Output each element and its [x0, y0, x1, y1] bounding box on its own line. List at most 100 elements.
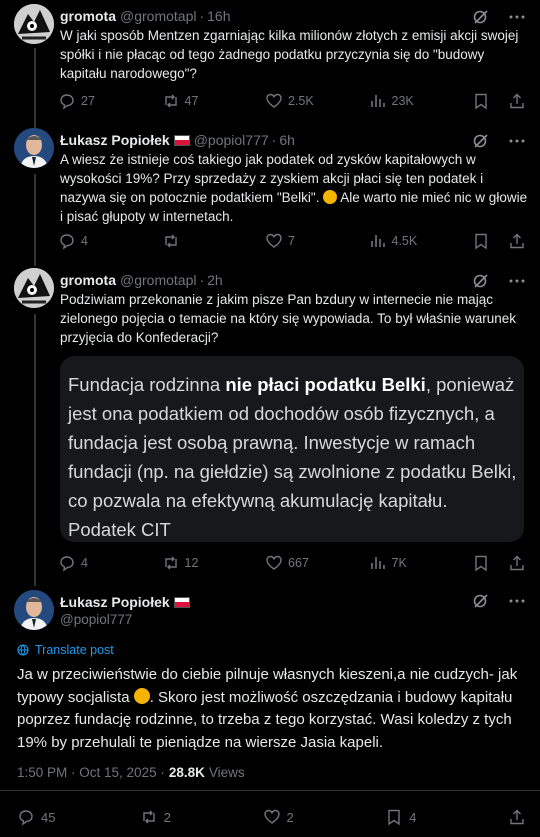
thread-line: [34, 314, 36, 578]
poland-flag-icon: [173, 596, 190, 608]
separator-dot: ·: [271, 132, 277, 148]
more-icon[interactable]: [508, 8, 526, 26]
grok-icon[interactable]: [472, 8, 490, 26]
grok-icon[interactable]: [472, 592, 490, 610]
reply-button[interactable]: 27: [58, 92, 162, 110]
avatar[interactable]: [14, 268, 54, 308]
like-button[interactable]: 7: [265, 232, 369, 250]
views-count: 28.8K: [168, 765, 205, 780]
upside-down-face-emoji-icon: [323, 190, 338, 204]
heart-icon: [266, 233, 282, 248]
views-count: 4.5K: [391, 234, 418, 248]
quoted-answer-card[interactable]: Fundacja rodzinna nie płaci podatku Belk…: [60, 356, 524, 542]
like-count: 2.5K: [288, 94, 314, 108]
heart-icon: [263, 809, 280, 824]
reply-button[interactable]: 4: [58, 554, 162, 572]
repost-icon: [143, 810, 155, 824]
views-icon: [370, 557, 385, 569]
views-button[interactable]: 7K: [369, 554, 473, 572]
translate-post-label[interactable]: Translate post: [35, 643, 114, 657]
bookmark-icon[interactable]: [472, 92, 490, 110]
globe-icon: [17, 644, 29, 656]
quoted-answer-text: Fundacja rodzinna nie płaci podatku Belk…: [60, 370, 524, 542]
timestamp[interactable]: 16h: [207, 8, 230, 24]
reply-count: 4: [81, 234, 88, 248]
thread-line: [34, 174, 36, 266]
tweet-gromota-1[interactable]: gromota @gromotapl · 16h W jaki sposób M…: [0, 0, 540, 128]
bookmark-icon[interactable]: [472, 232, 490, 250]
handle[interactable]: @gromotapl: [120, 8, 196, 24]
reply-count: 27: [81, 94, 95, 108]
tweet-header: gromota @gromotapl · 2h: [60, 272, 223, 288]
tweet-meta: 1:50 PM · Oct 15, 2025 · 28.8K Views: [17, 765, 245, 780]
repost-button[interactable]: 2: [140, 808, 263, 826]
bookmark-count: 4: [409, 809, 417, 825]
views-button[interactable]: 23K: [369, 92, 473, 110]
display-name[interactable]: Łukasz Popiołek: [60, 594, 190, 610]
avatar[interactable]: [14, 590, 54, 630]
repost-button[interactable]: 12: [162, 554, 266, 572]
repost-button[interactable]: [162, 232, 266, 250]
share-icon[interactable]: [508, 554, 526, 572]
more-icon[interactable]: [508, 592, 526, 610]
share-icon[interactable]: [508, 808, 526, 826]
handle[interactable]: @popiol777: [194, 132, 269, 148]
tweet-text: W jaki sposób Mentzen zgarniając kilka m…: [60, 28, 519, 81]
post-timestamp[interactable]: 1:50 PM · Oct 15, 2025 ·: [17, 765, 165, 780]
avatar[interactable]: [14, 4, 54, 44]
divider: [0, 790, 540, 791]
display-name[interactable]: Łukasz Popiołek: [60, 132, 170, 148]
tweet-header: Łukasz Popiołek @popiol777 · 6h: [60, 132, 295, 148]
repost-count: 47: [184, 94, 199, 108]
reply-button[interactable]: 4: [58, 232, 162, 250]
like-button[interactable]: 667: [265, 554, 369, 572]
timestamp[interactable]: 2h: [207, 272, 223, 288]
handle[interactable]: @gromotapl: [120, 272, 196, 288]
thread-line: [34, 48, 36, 128]
handle[interactable]: @popiol777: [60, 612, 132, 627]
display-name[interactable]: gromota: [60, 8, 116, 24]
reply-icon: [60, 94, 74, 110]
tweet-gromota-2[interactable]: gromota @gromotapl · 2h Podziwiam przeko…: [0, 258, 540, 580]
reply-icon: [60, 556, 74, 572]
main-tweet: Łukasz Popiołek @popiol777 Translate pos…: [0, 576, 540, 837]
share-icon[interactable]: [508, 232, 526, 250]
like-count: 2: [286, 809, 294, 825]
views-icon: [370, 235, 385, 247]
like-button[interactable]: 2.5K: [265, 92, 369, 110]
display-name[interactable]: gromota: [60, 272, 116, 288]
avatar[interactable]: [14, 128, 54, 168]
reply-icon: [19, 810, 33, 826]
tweet-text: A wiesz że istnieje coś takiego jak poda…: [60, 150, 528, 226]
main-tweet-text: Ja w przeciwieństwie do ciebie pilnuje w…: [17, 664, 523, 754]
views-count: 7K: [391, 556, 407, 570]
reply-count: 4: [81, 556, 88, 570]
repost-button[interactable]: 47: [162, 92, 266, 110]
timestamp[interactable]: 6h: [279, 132, 295, 148]
tweet-header: gromota @gromotapl · 16h: [60, 8, 231, 24]
more-icon[interactable]: [508, 132, 526, 150]
heart-icon: [266, 93, 282, 108]
translate-post-link[interactable]: Translate post: [17, 643, 114, 657]
share-icon[interactable]: [508, 92, 526, 110]
repost-icon: [164, 94, 177, 108]
views-label: Views: [208, 765, 245, 780]
more-icon[interactable]: [508, 272, 526, 290]
like-button[interactable]: 2: [263, 808, 386, 826]
views-button[interactable]: 4.5K: [369, 232, 473, 250]
bookmark-button[interactable]: 4: [385, 808, 508, 826]
views-icon: [370, 95, 385, 107]
grok-icon[interactable]: [472, 272, 490, 290]
tweet-popiolek-reply[interactable]: Łukasz Popiołek @popiol777 · 6h A wiesz …: [0, 120, 540, 266]
bookmark-icon[interactable]: [472, 554, 490, 572]
winking-face-emoji-icon: [133, 687, 150, 704]
thread-line-top: [34, 120, 36, 126]
poland-flag-icon: [173, 134, 190, 146]
bookmark-icon: [388, 809, 400, 826]
reply-button[interactable]: 45: [17, 808, 140, 826]
quoted-text-part-2: , ponieważ jest ona podatkiem od dochodó…: [68, 374, 517, 540]
display-name-text[interactable]: Łukasz Popiołek: [60, 594, 170, 610]
thread-line-top: [34, 258, 36, 266]
grok-icon[interactable]: [472, 132, 490, 150]
repost-icon: [164, 234, 177, 248]
